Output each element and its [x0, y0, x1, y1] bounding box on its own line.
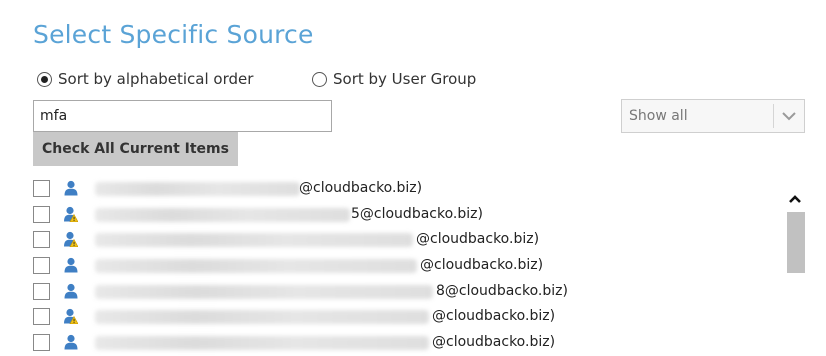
list-item[interactable]: @cloudbacko.biz) — [33, 330, 773, 356]
item-email-suffix: 5@cloudbacko.biz) — [351, 205, 483, 222]
user-warning-icon — [64, 308, 78, 325]
item-checkbox[interactable] — [33, 257, 50, 275]
redacted-name — [95, 259, 417, 274]
item-checkbox[interactable] — [33, 334, 50, 352]
item-checkbox[interactable] — [33, 205, 50, 223]
item-checkbox[interactable] — [33, 282, 50, 300]
list-item[interactable]: @cloudbacko.biz) — [33, 253, 773, 279]
chevron-down-icon[interactable] — [780, 109, 798, 123]
item-checkbox[interactable] — [33, 231, 50, 249]
user-warning-icon — [64, 206, 78, 222]
redacted-name — [95, 182, 300, 196]
redacted-name — [95, 207, 350, 222]
list-item[interactable]: @cloudbacko.biz) — [33, 304, 773, 330]
list-item[interactable]: @cloudbacko.biz) — [33, 176, 773, 202]
source-list: @cloudbacko.biz) 5@cloudbacko.biz) @clou… — [33, 176, 773, 356]
dropdown-divider — [773, 104, 774, 128]
sort-alphabetical-radio[interactable]: Sort by alphabetical order — [37, 70, 253, 88]
user-icon — [64, 283, 78, 299]
list-item[interactable]: 5@cloudbacko.biz) — [33, 202, 773, 228]
user-icon — [64, 334, 78, 350]
sort-user-group-label: Sort by User Group — [333, 70, 477, 88]
redacted-name — [95, 310, 429, 325]
page-title: Select Specific Source — [33, 20, 314, 49]
filter-selected-value: Show all — [629, 108, 688, 124]
list-item[interactable]: @cloudbacko.biz) — [33, 227, 773, 253]
sort-alphabetical-label: Sort by alphabetical order — [58, 70, 254, 88]
item-email-suffix: @cloudbacko.biz) — [416, 231, 540, 248]
item-email-suffix: 8@cloudbacko.biz) — [436, 282, 568, 299]
list-item[interactable]: 8@cloudbacko.biz) — [33, 279, 773, 305]
user-warning-icon — [64, 231, 78, 248]
redacted-name — [95, 284, 433, 299]
item-email-suffix: @cloudbacko.biz) — [432, 308, 556, 325]
item-checkbox[interactable] — [33, 308, 50, 326]
item-email-suffix: @cloudbacko.biz) — [299, 180, 423, 196]
item-checkbox[interactable] — [33, 180, 50, 197]
item-email-suffix: @cloudbacko.biz) — [420, 257, 544, 274]
sort-user-group-radio[interactable]: Sort by User Group — [312, 70, 476, 88]
item-email-suffix: @cloudbacko.biz) — [432, 334, 556, 351]
redacted-name — [95, 233, 413, 248]
scrollbar-thumb[interactable] — [787, 212, 805, 273]
check-all-current-items-button[interactable]: Check All Current Items — [33, 132, 238, 166]
redacted-name — [95, 336, 429, 351]
search-input[interactable] — [33, 100, 332, 132]
user-icon — [64, 257, 78, 273]
radio-unchecked-icon[interactable] — [312, 71, 327, 87]
scroll-up-icon[interactable] — [788, 194, 802, 204]
radio-checked-icon[interactable] — [37, 71, 52, 87]
filter-dropdown[interactable]: Show all — [621, 99, 805, 133]
user-icon — [64, 180, 78, 196]
